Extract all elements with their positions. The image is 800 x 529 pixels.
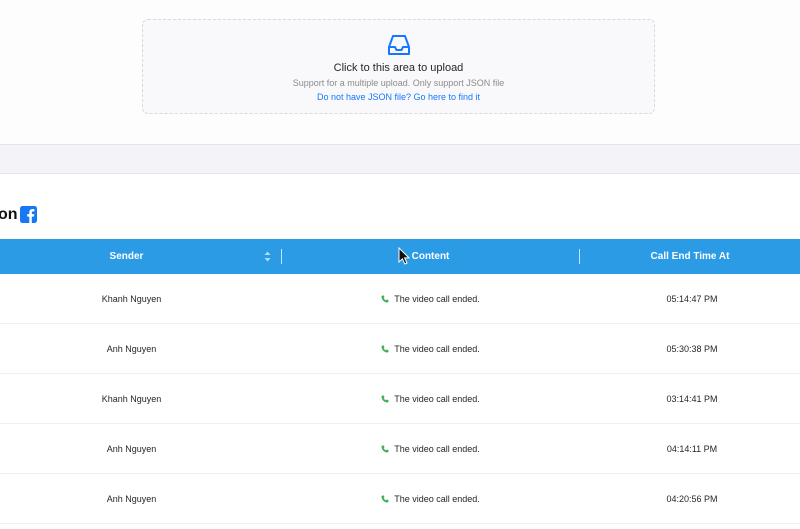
- content-text: The video call ended.: [394, 294, 480, 304]
- sender-cell: Khanh Nguyen: [101, 294, 162, 304]
- mouse-cursor-icon: [398, 247, 410, 265]
- content-text: The video call ended.: [394, 494, 480, 504]
- sender-cell: Anh Nguyen: [106, 444, 157, 454]
- column-header-content[interactable]: Content: [282, 239, 579, 274]
- table-row[interactable]: Anh Nguyen The video call ended. 05:30:3…: [0, 324, 800, 374]
- section-title: on: [0, 206, 18, 223]
- call-table: Sender Content Call End Time At Khanh Ng…: [0, 239, 800, 524]
- content-cell: The video call ended.: [282, 374, 579, 424]
- column-header-sender[interactable]: Sender: [0, 239, 253, 274]
- phone-icon: [381, 445, 389, 453]
- end-time-cell: 05:14:47 PM: [666, 294, 718, 304]
- phone-icon: [381, 495, 389, 503]
- column-header-end-time[interactable]: Call End Time At: [580, 239, 800, 274]
- phone-icon: [381, 295, 389, 303]
- upload-dropzone[interactable]: Click to this area to upload Support for…: [142, 19, 655, 114]
- divider-band: [0, 144, 800, 174]
- end-time-cell: 04:20:56 PM: [666, 494, 718, 504]
- upload-hint: Support for a multiple upload. Only supp…: [292, 78, 505, 88]
- content-cell: The video call ended.: [282, 324, 579, 374]
- table-row[interactable]: Anh Nguyen The video call ended. 04:20:5…: [0, 474, 800, 524]
- content-cell: The video call ended.: [282, 424, 579, 474]
- facebook-icon: [20, 206, 37, 223]
- content-text: The video call ended.: [394, 344, 480, 354]
- find-json-link[interactable]: Do not have JSON file? Go here to find i…: [143, 92, 654, 102]
- sort-icon[interactable]: [264, 251, 271, 262]
- table-row[interactable]: Anh Nguyen The video call ended. 04:14:1…: [0, 424, 800, 474]
- inbox-icon: [388, 35, 410, 55]
- sender-cell: Khanh Nguyen: [101, 394, 162, 404]
- content-cell: The video call ended.: [282, 474, 579, 524]
- sender-cell: Anh Nguyen: [106, 494, 157, 504]
- table-row[interactable]: Khanh Nguyen The video call ended. 03:14…: [0, 374, 800, 424]
- phone-icon: [381, 395, 389, 403]
- end-time-cell: 04:14:11 PM: [666, 444, 718, 454]
- upload-title: Click to this area to upload: [333, 62, 464, 74]
- sender-cell: Anh Nguyen: [106, 344, 157, 354]
- end-time-cell: 05:30:38 PM: [666, 344, 718, 354]
- content-text: The video call ended.: [394, 444, 480, 454]
- table-row[interactable]: Khanh Nguyen The video call ended. 05:14…: [0, 274, 800, 324]
- content-text: The video call ended.: [394, 394, 480, 404]
- end-time-cell: 03:14:41 PM: [666, 394, 718, 404]
- phone-icon: [381, 345, 389, 353]
- content-cell: The video call ended.: [282, 274, 579, 324]
